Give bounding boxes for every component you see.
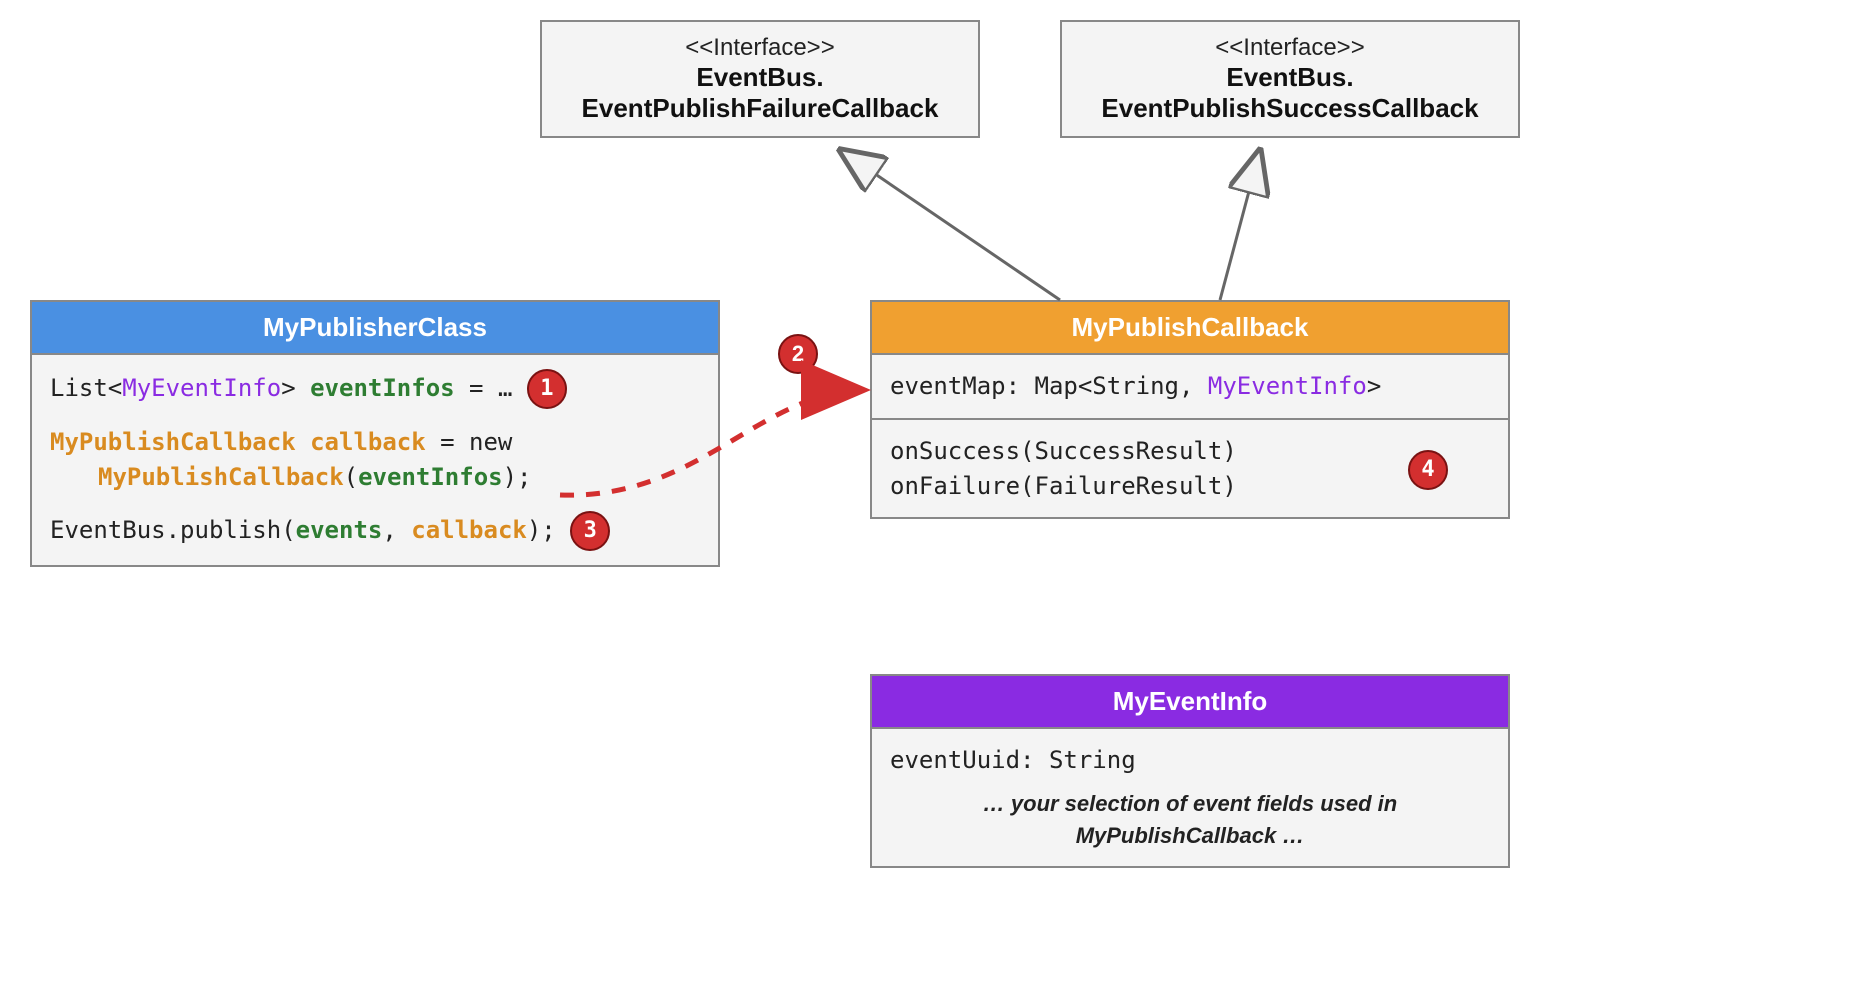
code-text: ( [344,463,358,491]
code-text: > [281,374,310,402]
interface-success-name2: EventPublishSuccessCallback [1082,93,1498,124]
publisher-line4: EventBus.publish(events, callback); 3 [50,511,700,551]
interface-failure-name1: EventBus. [562,62,958,93]
arg-name: events [296,516,383,544]
code-text: ); [503,463,532,491]
eventinfo-body: eventUuid: String … your selection of ev… [872,729,1508,866]
interface-success-box: <<Interface>> EventBus. EventPublishSucc… [1060,20,1520,138]
callback-title: MyPublishCallback [872,302,1508,355]
publisher-line1: List<MyEventInfo> eventInfos = … 1 [50,369,700,409]
type-ref: MyPublishCallback [50,428,296,456]
badge-3: 3 [570,511,610,551]
type-ref: MyEventInfo [122,374,281,402]
publisher-class-box: MyPublisherClass List<MyEventInfo> event… [30,300,720,567]
badge-2: 2 [778,334,818,374]
code-text: ); [527,516,570,544]
interface-failure-box: <<Interface>> EventBus. EventPublishFail… [540,20,980,138]
callback-attrs: eventMap: Map<String, MyEventInfo> [872,355,1508,418]
realize-arrow-success [1220,150,1260,300]
callback-class-box: MyPublishCallback eventMap: Map<String, … [870,300,1510,519]
code-text: = new [426,428,513,456]
ctor-name: MyPublishCallback [98,463,344,491]
type-ref: MyEventInfo [1208,372,1367,400]
interface-failure-stereo: <<Interface>> [562,34,958,62]
interface-success-name1: EventBus. [1082,62,1498,93]
code-text: , [382,516,411,544]
interface-failure-name2: EventPublishFailureCallback [562,93,958,124]
code-text: EventBus.publish( [50,516,296,544]
arg-name: eventInfos [358,463,503,491]
code-text: eventMap: Map<String, [890,372,1208,400]
var-name: callback [296,428,426,456]
eventinfo-class-box: MyEventInfo eventUuid: String … your sel… [870,674,1510,868]
publisher-line3: MyPublishCallback(eventInfos); [50,460,700,495]
callback-m1: onSuccess(SuccessResult) [890,434,1490,469]
code-text: List< [50,374,122,402]
realize-arrow-failure [840,150,1060,300]
code-text: = … [455,374,527,402]
badge-1: 1 [527,369,567,409]
code-text: > [1367,372,1381,400]
publisher-body: List<MyEventInfo> eventInfos = … 1 MyPub… [32,355,718,565]
var-name: eventInfos [310,374,455,402]
publisher-line2: MyPublishCallback callback = new [50,425,700,460]
callback-methods: onSuccess(SuccessResult) onFailure(Failu… [872,418,1508,518]
publisher-title: MyPublisherClass [32,302,718,355]
eventinfo-title: MyEventInfo [872,676,1508,729]
callback-m2: onFailure(FailureResult) [890,469,1490,504]
eventinfo-note: … your selection of event fields used in… [890,788,1490,852]
arg-name: callback [411,516,527,544]
interface-success-stereo: <<Interface>> [1082,34,1498,62]
eventinfo-attr: eventUuid: String [890,743,1490,778]
badge-4: 4 [1408,450,1448,490]
